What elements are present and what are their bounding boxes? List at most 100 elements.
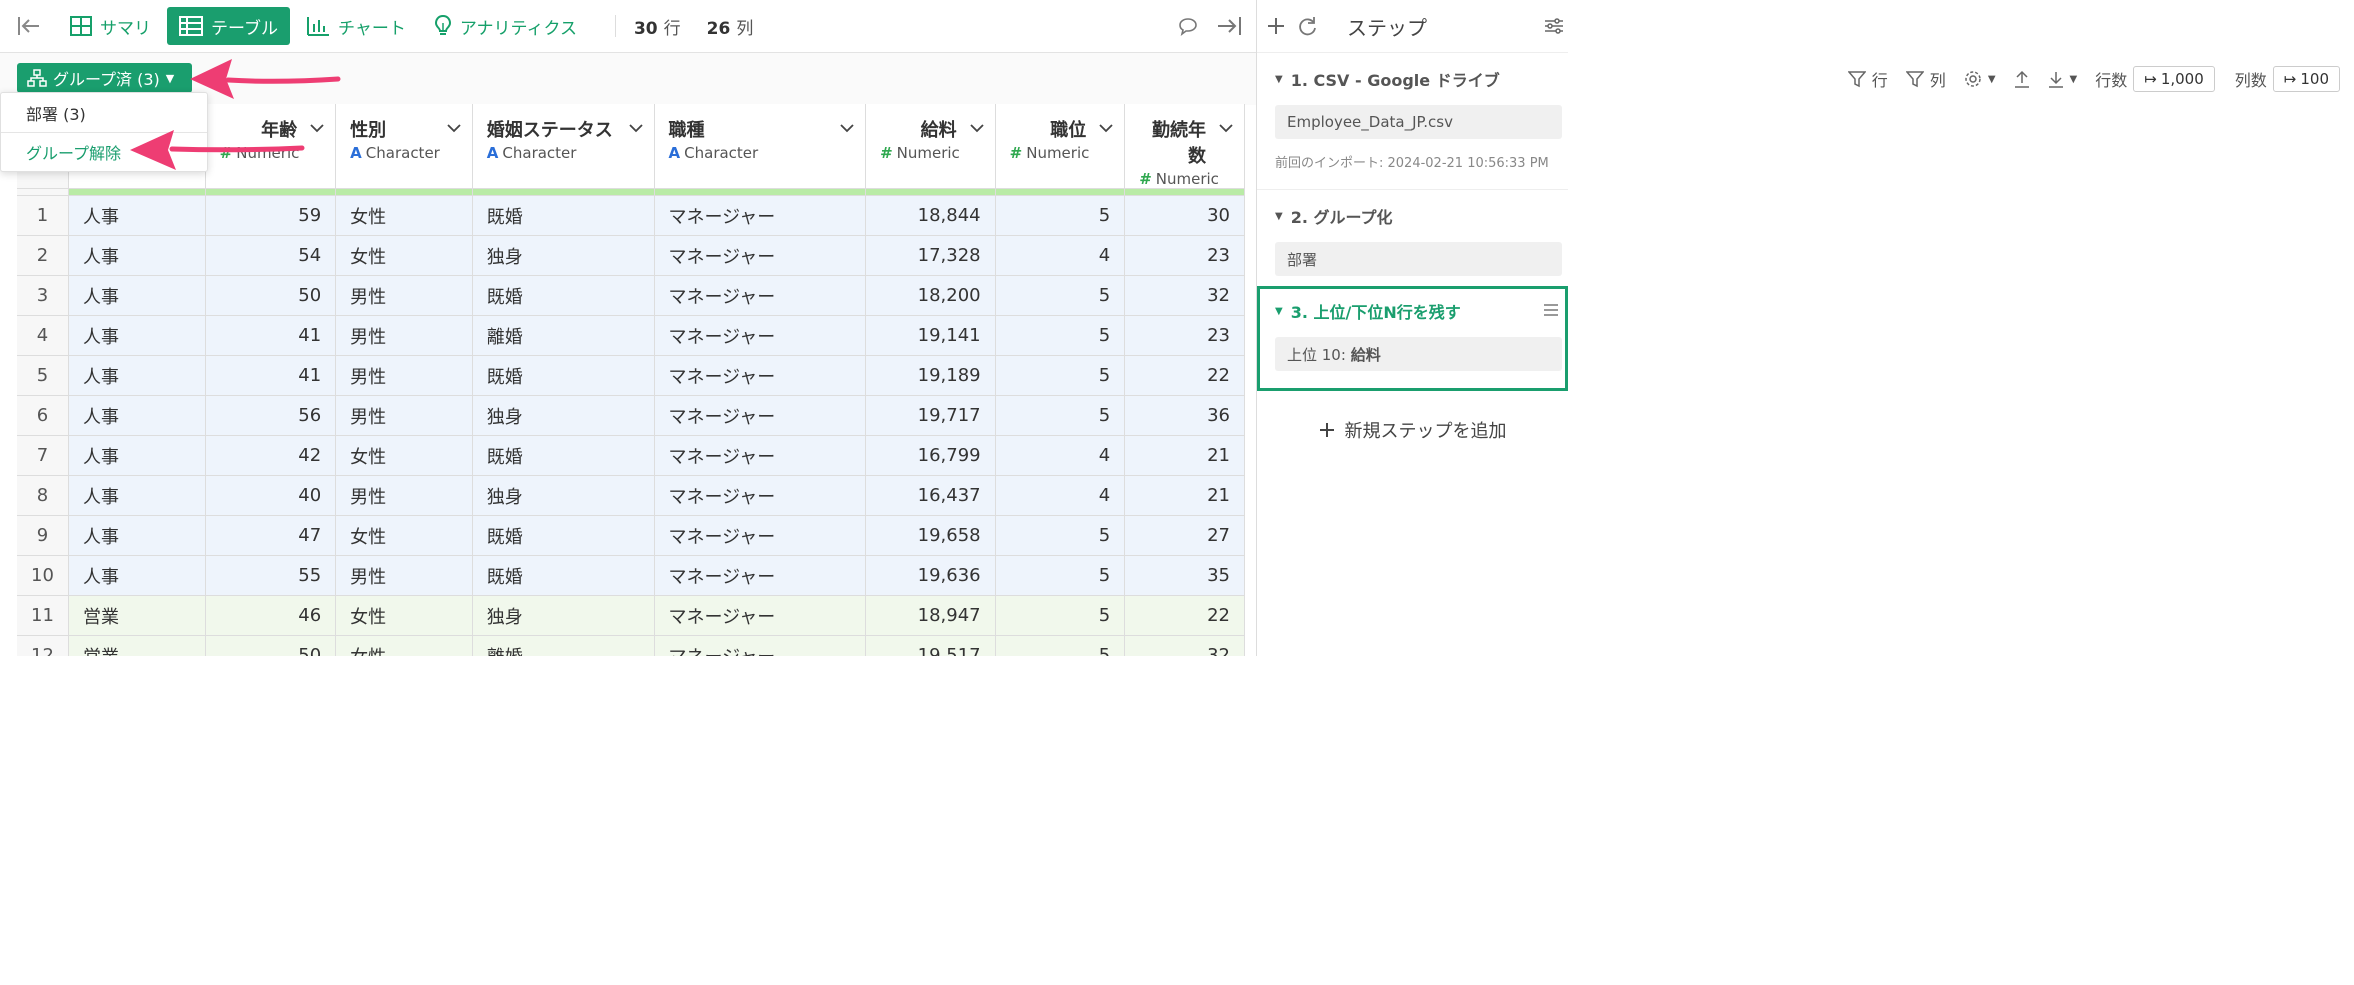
chevron-down-icon[interactable] xyxy=(309,122,325,134)
table-cell[interactable]: マネージャー xyxy=(654,435,867,476)
table-cell[interactable]: 16,437 xyxy=(865,475,996,516)
table-cell[interactable]: 人事 xyxy=(68,395,206,436)
table-cell[interactable]: 既婚 xyxy=(472,355,655,396)
table-cell[interactable]: 男性 xyxy=(335,555,473,596)
chevron-down-icon[interactable] xyxy=(1218,122,1234,134)
table-cell[interactable]: 離婚 xyxy=(472,315,655,356)
collapse-right-icon[interactable] xyxy=(1216,16,1242,36)
table-cell[interactable]: 16,799 xyxy=(865,435,996,476)
table-cell[interactable]: 35 xyxy=(1124,555,1245,596)
table-cell[interactable]: 男性 xyxy=(335,315,473,356)
tab-table[interactable]: テーブル xyxy=(167,7,290,45)
table-cell[interactable]: 32 xyxy=(1124,275,1245,316)
table-cell[interactable]: 女性 xyxy=(335,595,473,636)
table-cell[interactable]: マネージャー xyxy=(654,555,867,596)
table-cell[interactable]: 人事 xyxy=(68,315,206,356)
table-cell[interactable]: 4 xyxy=(995,235,1126,276)
table-cell[interactable]: 23 xyxy=(1124,235,1245,276)
table-cell[interactable]: 19,517 xyxy=(865,635,996,656)
table-cell[interactable]: 既婚 xyxy=(472,195,655,236)
comment-icon[interactable] xyxy=(1178,16,1198,36)
table-cell[interactable]: 営業 xyxy=(68,595,206,636)
table-cell[interactable]: 18,947 xyxy=(865,595,996,636)
table-cell[interactable]: 女性 xyxy=(335,515,473,556)
table-cell[interactable]: 23 xyxy=(1124,315,1245,356)
table-cell[interactable]: 5 xyxy=(995,635,1126,656)
table-cell[interactable]: 22 xyxy=(1124,355,1245,396)
table-cell[interactable]: 人事 xyxy=(68,435,206,476)
table-cell[interactable]: マネージャー xyxy=(654,235,867,276)
cols-limit-input[interactable]: ↦ 100 xyxy=(2272,66,2340,92)
table-cell[interactable]: 46 xyxy=(205,595,337,636)
chevron-down-icon[interactable] xyxy=(1098,122,1114,134)
table-cell[interactable]: マネージャー xyxy=(654,475,867,516)
table-cell[interactable]: 54 xyxy=(205,235,337,276)
table-cell[interactable]: 42 xyxy=(205,435,337,476)
table-cell[interactable]: 59 xyxy=(205,195,337,236)
table-cell[interactable]: 人事 xyxy=(68,195,206,236)
table-cell[interactable]: 女性 xyxy=(335,635,473,656)
table-cell[interactable]: 50 xyxy=(205,275,337,316)
grouped-button[interactable]: グループ済 (3) ▼ xyxy=(17,63,192,93)
table-cell[interactable]: 5 xyxy=(995,595,1126,636)
table-cell[interactable]: 男性 xyxy=(335,275,473,316)
table-cell[interactable]: 男性 xyxy=(335,395,473,436)
step-csv-import[interactable]: ▼ 1. CSV - Google ドライブ Employee_Data_JP.c… xyxy=(1257,53,1568,171)
table-cell[interactable]: 32 xyxy=(1124,635,1245,656)
sliders-icon[interactable] xyxy=(1544,16,1564,36)
column-header[interactable]: 職種 A Character xyxy=(654,104,867,189)
step-top-n-rows[interactable]: ▼ 3. 上位/下位N行を残す 上位 10: 給料 xyxy=(1257,286,1568,391)
table-cell[interactable]: 人事 xyxy=(68,515,206,556)
table-cell[interactable]: 5 xyxy=(995,195,1126,236)
table-cell[interactable]: 40 xyxy=(205,475,337,516)
table-cell[interactable]: 男性 xyxy=(335,475,473,516)
table-cell[interactable]: 21 xyxy=(1124,475,1245,516)
refresh-button[interactable] xyxy=(1295,15,1319,37)
table-cell[interactable]: マネージャー xyxy=(654,315,867,356)
table-cell[interactable]: 56 xyxy=(205,395,337,436)
table-cell[interactable]: 36 xyxy=(1124,395,1245,436)
table-cell[interactable]: マネージャー xyxy=(654,515,867,556)
table-cell[interactable]: 41 xyxy=(205,315,337,356)
table-cell[interactable]: マネージャー xyxy=(654,275,867,316)
table-cell[interactable]: 21 xyxy=(1124,435,1245,476)
table-cell[interactable]: 22 xyxy=(1124,595,1245,636)
table-cell[interactable]: 既婚 xyxy=(472,275,655,316)
chevron-down-icon[interactable] xyxy=(969,122,985,134)
table-cell[interactable]: 18,200 xyxy=(865,275,996,316)
hamburger-menu-icon[interactable] xyxy=(1543,303,1559,317)
table-cell[interactable]: 5 xyxy=(995,275,1126,316)
column-header[interactable]: 婚姻ステータス A Character xyxy=(472,104,655,189)
table-cell[interactable]: 離婚 xyxy=(472,635,655,656)
table-cell[interactable]: 営業 xyxy=(68,635,206,656)
row-filter-button[interactable]: 行 xyxy=(1847,67,1888,91)
column-header[interactable]: 性別 A Character xyxy=(335,104,473,189)
table-cell[interactable]: 55 xyxy=(205,555,337,596)
table-cell[interactable]: 41 xyxy=(205,355,337,396)
chevron-down-icon[interactable] xyxy=(446,122,462,134)
table-cell[interactable]: 人事 xyxy=(68,235,206,276)
tab-chart[interactable]: チャート xyxy=(294,7,418,45)
table-cell[interactable]: 男性 xyxy=(335,355,473,396)
column-filter-button[interactable]: 列 xyxy=(1905,67,1946,91)
table-cell[interactable]: 既婚 xyxy=(472,515,655,556)
chevron-down-icon[interactable] xyxy=(628,122,644,134)
step-group-by[interactable]: ▼ 2. グループ化 部署 xyxy=(1257,190,1568,276)
table-cell[interactable]: 既婚 xyxy=(472,435,655,476)
table-cell[interactable]: 47 xyxy=(205,515,337,556)
table-cell[interactable]: マネージャー xyxy=(654,195,867,236)
column-header[interactable]: 給料 # Numeric xyxy=(865,104,996,189)
table-cell[interactable]: 50 xyxy=(205,635,337,656)
rows-limit-input[interactable]: ↦ 1,000 xyxy=(2133,66,2215,92)
collapse-left-button[interactable] xyxy=(0,0,58,52)
chevron-down-icon[interactable] xyxy=(839,122,855,134)
table-cell[interactable]: マネージャー xyxy=(654,595,867,636)
table-cell[interactable]: 19,717 xyxy=(865,395,996,436)
table-cell[interactable]: 既婚 xyxy=(472,555,655,596)
import-button[interactable]: ▼ xyxy=(2048,70,2077,88)
export-button[interactable] xyxy=(2014,70,2030,88)
table-cell[interactable]: 女性 xyxy=(335,235,473,276)
table-cell[interactable]: 30 xyxy=(1124,195,1245,236)
table-cell[interactable]: 5 xyxy=(995,395,1126,436)
table-cell[interactable]: 19,658 xyxy=(865,515,996,556)
